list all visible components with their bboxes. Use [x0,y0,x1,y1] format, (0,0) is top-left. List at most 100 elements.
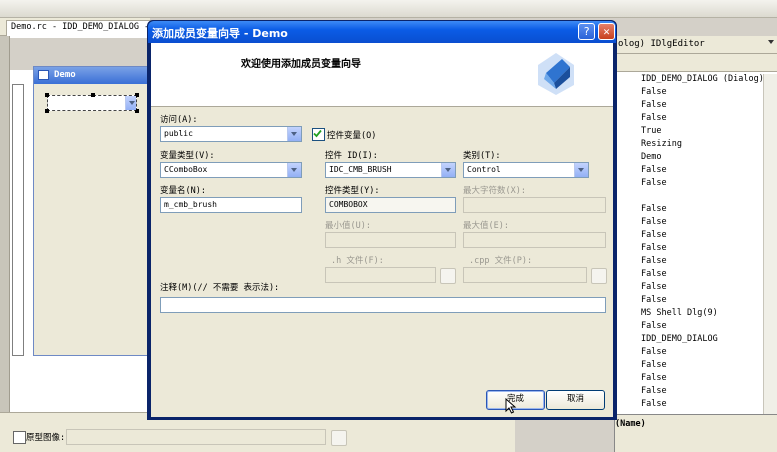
property-value[interactable]: IDD_DEMO_DIALOG [641,334,718,344]
dialog-title: 添加成员变量向导 - Demo [152,27,288,40]
chevron-down-icon[interactable] [768,40,774,44]
close-button[interactable]: ✕ [598,23,615,40]
tab-demo-rc[interactable]: Demo.rc - IDD_DEMO_DIALOG - D [6,20,165,38]
control-id-combo[interactable]: IDC_CMB_BRUSH [325,162,456,178]
property-value[interactable]: False [641,321,667,331]
demo-form-preview[interactable]: Demo [33,66,149,356]
ide-toolbar [0,0,777,18]
chevron-down-icon [441,163,455,177]
access-combo[interactable]: public [160,126,302,142]
help-icon: ? [583,25,590,38]
control-type-label: 控件类型(Y): [325,186,380,196]
wizard-heading: 欢迎使用添加成员变量向导 [241,59,361,70]
cpp-file-field [463,267,587,283]
vertical-ruler [12,84,24,356]
property-value[interactable]: False [641,100,667,110]
chevron-down-icon [287,127,301,141]
max-chars-field [463,197,606,213]
control-id-label: 控件 ID(I): [325,151,378,161]
min-value-field [325,232,456,248]
chevron-down-icon [125,96,136,110]
property-value[interactable]: True [641,126,661,136]
variable-name-label: 变量名(N): [160,186,206,196]
max-value-label: 最大值(E): [463,221,509,231]
control-variable-checkbox[interactable] [312,128,325,141]
cpp-file-label: .cpp 文件(P): [469,256,533,266]
property-value[interactable]: False [641,204,667,214]
selected-combobox-control[interactable] [45,93,139,113]
prototype-image-label: 原型图像: [26,433,66,443]
property-value[interactable]: False [641,386,667,396]
property-value[interactable]: False [641,399,667,409]
property-value[interactable]: False [641,178,667,188]
property-value[interactable]: MS Shell Dlg(9) [641,308,718,318]
resize-handle[interactable] [45,109,49,113]
property-value[interactable]: False [641,165,667,175]
description-title: (Name) [615,419,646,429]
max-chars-label: 最大字符数(X): [463,186,526,196]
window-icon [38,70,49,80]
checkmark-icon [313,129,322,138]
prototype-image-path [66,429,326,445]
property-value[interactable]: False [641,217,667,227]
resize-handle[interactable] [91,93,95,97]
category-label: 类别(T): [463,151,501,161]
browse-button[interactable] [331,430,347,446]
dialog-titlebar[interactable]: 添加成员变量向导 - Demo [148,21,616,43]
property-value[interactable]: False [641,87,667,97]
category-combo[interactable]: Control [463,162,589,178]
property-description: (Name) [615,414,777,452]
property-value[interactable]: False [641,230,667,240]
chevron-down-icon [287,163,301,177]
properties-panel: olog) IDlgEditor IDD_DEMO_DIALOG (Dialog… [614,36,777,452]
comment-label: 注释(M)(// 不需要 表示法): [160,283,280,293]
close-icon: ✕ [603,25,610,38]
property-value[interactable]: IDD_DEMO_DIALOG (Dialog) [641,74,764,84]
property-value[interactable]: Demo [641,152,661,162]
property-value[interactable]: Resizing [641,139,682,149]
properties-toolbar [615,54,777,72]
property-value[interactable]: False [641,269,667,279]
prototype-image-checkbox[interactable] [13,431,26,444]
variable-type-label: 变量类型(V): [160,151,215,161]
property-value[interactable]: False [641,295,667,305]
properties-object-name: olog) IDlgEditor [618,39,705,49]
property-value[interactable]: False [641,373,667,383]
property-value[interactable]: False [641,347,667,357]
help-button[interactable]: ? [578,23,595,40]
resize-handle[interactable] [45,93,49,97]
max-value-field [463,232,606,248]
h-file-label: .h 文件(F): [331,256,384,266]
property-value[interactable]: False [641,243,667,253]
document-tabs: Demo.rc - IDD_DEMO_DIALOG - D [0,18,165,38]
wizard-banner: 欢迎使用添加成员变量向导 [151,43,613,107]
control-type-field: COMBOBOX [325,197,456,213]
control-id-value: IDC_CMB_BRUSH [329,165,392,174]
wizard-graphic-icon [538,53,574,95]
property-value[interactable]: False [641,282,667,292]
min-value-label: 最小值(U): [325,221,371,231]
cancel-button[interactable]: 取消 [546,390,605,410]
cpp-file-browse-button [591,268,607,284]
h-file-field [325,267,436,283]
h-file-browse-button [440,268,456,284]
left-toolbox-strip [0,36,10,426]
variable-type-combo[interactable]: CComboBox [160,162,302,178]
dialog-body: 欢迎使用添加成员变量向导 访问(A): public 控件变量(O) 变量类型(… [151,43,613,417]
add-member-variable-wizard: 添加成员变量向导 - Demo ? ✕ 欢迎使用添加成员变量向导 访问(A): … [147,20,617,420]
properties-scrollbar[interactable] [763,74,777,444]
variable-name-field[interactable]: m_cmb_brush [160,197,302,213]
property-value[interactable]: False [641,256,667,266]
property-value[interactable]: False [641,113,667,123]
chevron-down-icon [574,163,588,177]
category-value: Control [467,165,501,174]
comment-field[interactable] [160,297,606,313]
variable-type-value: CComboBox [164,165,208,174]
mouse-pointer-icon [505,398,517,414]
access-label: 访问(A): [160,115,198,125]
demo-form-title: Demo [34,67,148,84]
properties-header: olog) IDlgEditor [615,36,777,54]
access-value: public [164,129,193,138]
property-value[interactable]: False [641,360,667,370]
control-variable-label: 控件变量(O) [327,131,377,141]
